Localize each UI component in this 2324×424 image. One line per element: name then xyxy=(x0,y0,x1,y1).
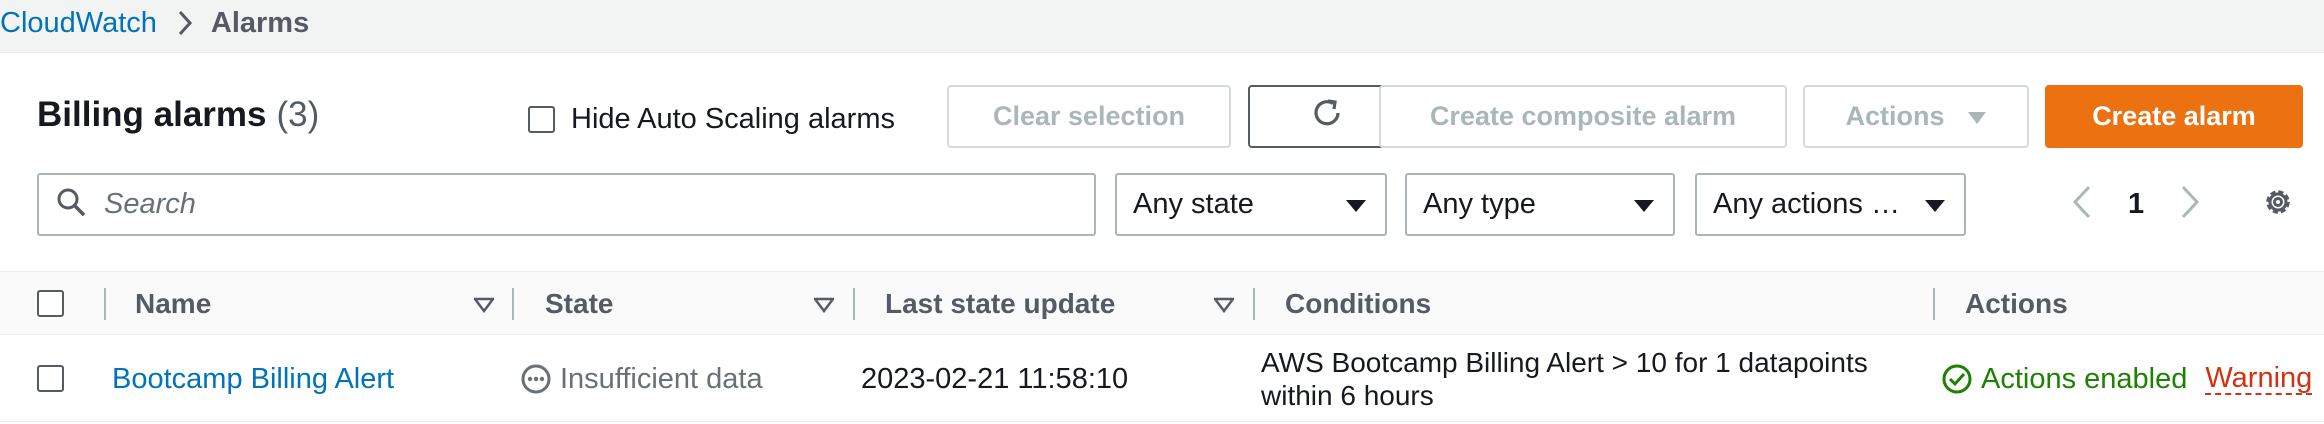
sort-caret-icon[interactable] xyxy=(812,297,836,318)
page-title: Billing alarms (3) xyxy=(37,95,319,135)
state-filter-value: Any state xyxy=(1133,188,1254,220)
caret-down-icon xyxy=(1633,188,1655,221)
column-divider xyxy=(1253,288,1255,320)
alarm-state: Insufficient data xyxy=(520,336,763,422)
actions-filter-select[interactable]: Any actions … xyxy=(1695,173,1966,236)
column-divider xyxy=(512,288,514,320)
create-alarm-button[interactable]: Create alarm xyxy=(2045,85,2303,148)
hide-autoscaling-checkbox[interactable] xyxy=(528,106,555,133)
create-composite-alarm-button[interactable]: Create composite alarm xyxy=(1379,85,1787,148)
refresh-icon xyxy=(1309,95,1345,138)
column-header-state[interactable]: State xyxy=(545,272,613,336)
column-header-conditions: Conditions xyxy=(1285,288,1432,319)
actions-dropdown-button[interactable]: Actions xyxy=(1803,85,2029,148)
alarm-name-link[interactable]: Bootcamp Billing Alert xyxy=(112,363,394,396)
hide-autoscaling-label: Hide Auto Scaling alarms xyxy=(571,103,895,135)
select-all-checkbox[interactable] xyxy=(37,290,64,317)
page-title-text: Billing alarms xyxy=(37,95,267,134)
sort-caret-icon[interactable] xyxy=(1212,297,1236,318)
caret-down-icon xyxy=(1924,188,1946,221)
search-input[interactable] xyxy=(104,188,1054,221)
hide-autoscaling-toggle[interactable]: Hide Auto Scaling alarms xyxy=(528,103,895,136)
gear-icon[interactable] xyxy=(2261,185,2295,224)
prev-page-icon[interactable] xyxy=(2072,185,2092,224)
alarm-actions-status: Actions enabled Warning xyxy=(1941,336,2313,422)
clear-selection-button[interactable]: Clear selection xyxy=(947,85,1231,148)
column-divider xyxy=(104,288,106,320)
actions-warning-link[interactable]: Warning xyxy=(2205,363,2313,395)
last-state-update: 2023-02-21 11:58:10 xyxy=(861,362,1129,395)
chevron-right-icon xyxy=(177,10,193,36)
next-page-icon[interactable] xyxy=(2180,185,2200,224)
alarm-count: (3) xyxy=(276,95,320,134)
column-divider xyxy=(1933,288,1935,320)
actions-enabled-text: Actions enabled xyxy=(1981,362,2188,395)
breadcrumb-current: Alarms xyxy=(210,6,310,39)
type-filter-value: Any type xyxy=(1423,188,1536,220)
search-box[interactable] xyxy=(37,173,1096,236)
caret-down-icon xyxy=(1967,101,1987,132)
type-filter-select[interactable]: Any type xyxy=(1405,173,1675,236)
insufficient-data-icon xyxy=(520,363,552,395)
column-header-last-update[interactable]: Last state update xyxy=(885,272,1115,336)
row-select-checkbox[interactable] xyxy=(37,365,64,392)
alarm-condition-line: AWS Bootcamp Billing Alert > 10 for 1 da… xyxy=(1261,347,1868,378)
search-icon xyxy=(56,187,86,222)
actions-filter-value: Any actions … xyxy=(1713,188,1900,220)
pagination: 1 xyxy=(2072,185,2200,224)
state-filter-select[interactable]: Any state xyxy=(1115,173,1387,236)
table-header: Name State Last state update Conditions … xyxy=(0,271,2324,335)
caret-down-icon xyxy=(1345,188,1367,221)
column-header-name[interactable]: Name xyxy=(135,272,211,336)
breadcrumb: CloudWatch Alarms xyxy=(0,0,309,46)
alarm-state-text: Insufficient data xyxy=(560,362,763,395)
alarms-panel: Billing alarms (3) Hide Auto Scaling ala… xyxy=(0,52,2324,424)
actions-button-label: Actions xyxy=(1845,101,1945,131)
alarm-condition-line: within 6 hours xyxy=(1261,380,1434,411)
column-header-actions: Actions xyxy=(1965,288,2068,319)
table-row: Bootcamp Billing Alert Insufficient data… xyxy=(0,336,2324,422)
column-divider xyxy=(853,288,855,320)
breadcrumb-cloudwatch-link[interactable]: CloudWatch xyxy=(0,7,157,40)
check-circle-icon xyxy=(1941,363,1973,395)
current-page-number[interactable]: 1 xyxy=(2128,188,2144,221)
sort-caret-icon[interactable] xyxy=(472,297,496,318)
alarm-condition: AWS Bootcamp Billing Alert > 10 for 1 da… xyxy=(1261,346,1868,412)
